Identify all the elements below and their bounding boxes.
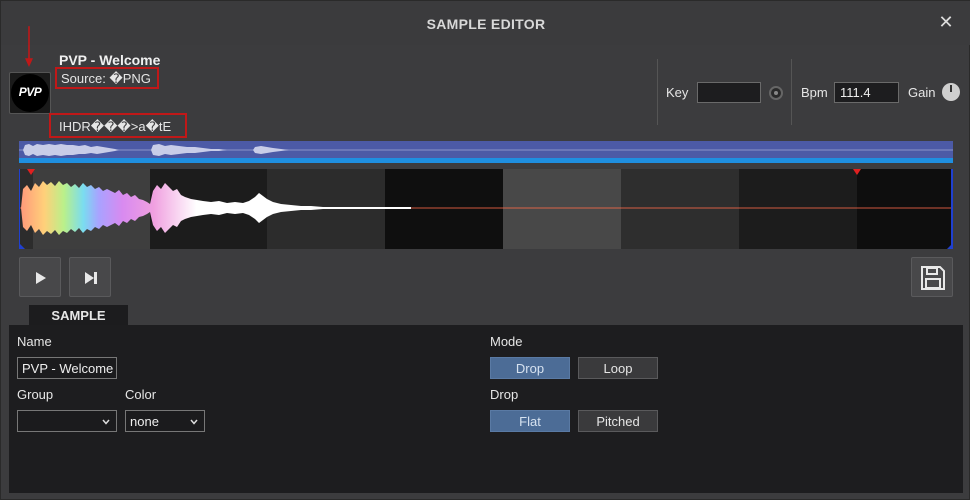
chevron-down-icon bbox=[190, 419, 198, 425]
tab-sample[interactable]: SAMPLE bbox=[29, 305, 128, 326]
waveform-graphic bbox=[19, 169, 953, 249]
drop-flat-button[interactable]: Flat bbox=[490, 410, 570, 432]
key-label: Key bbox=[666, 85, 689, 100]
close-icon[interactable]: ✕ bbox=[937, 13, 955, 31]
mode-drop-button[interactable]: Drop bbox=[490, 357, 570, 379]
overview-waveform-graphic bbox=[19, 144, 953, 156]
name-field[interactable]: PVP - Welcome bbox=[17, 357, 117, 379]
group-select[interactable] bbox=[17, 410, 117, 432]
gain-knob-icon[interactable] bbox=[942, 83, 960, 101]
floppy-disk-icon bbox=[921, 266, 945, 290]
overview-position-bar bbox=[19, 158, 953, 163]
title-bar: SAMPLE EDITOR ✕ bbox=[1, 1, 970, 45]
color-select-value: none bbox=[130, 414, 159, 429]
ihdr-info: IHDR���>a�tE bbox=[49, 113, 187, 138]
bpm-input[interactable]: 111.4 bbox=[834, 82, 899, 103]
drop-pitched-button[interactable]: Pitched bbox=[578, 410, 658, 432]
sample-editor-window: SAMPLE EDITOR ✕ PVP PVP - Welcome Source… bbox=[0, 0, 970, 500]
play-icon bbox=[36, 272, 46, 284]
red-down-arrow-icon bbox=[25, 26, 33, 67]
save-button[interactable] bbox=[911, 257, 953, 297]
skip-to-end-icon bbox=[85, 272, 97, 284]
name-label: Name bbox=[17, 334, 52, 349]
key-input[interactable] bbox=[697, 82, 761, 103]
waveform-display[interactable] bbox=[19, 169, 953, 249]
gain-label: Gain bbox=[908, 85, 936, 100]
logo-text: PVP bbox=[18, 85, 42, 99]
drop-label: Drop bbox=[490, 387, 519, 402]
key-knob-icon[interactable] bbox=[769, 86, 783, 100]
play-button[interactable] bbox=[19, 257, 61, 297]
sample-panel bbox=[9, 325, 963, 493]
group-label: Group bbox=[17, 387, 54, 402]
sample-title: PVP - Welcome bbox=[59, 52, 161, 68]
skip-to-end-button[interactable] bbox=[69, 257, 111, 297]
color-label: Color bbox=[125, 387, 157, 402]
source-info: Source: �PNG bbox=[55, 67, 159, 89]
divider bbox=[791, 59, 792, 125]
window-title: SAMPLE EDITOR bbox=[426, 16, 546, 32]
color-select[interactable]: none bbox=[125, 410, 205, 432]
sample-logo: PVP bbox=[9, 72, 51, 114]
waveform-overview[interactable] bbox=[19, 141, 953, 163]
divider bbox=[657, 59, 658, 125]
chevron-down-icon bbox=[102, 419, 110, 425]
mode-loop-button[interactable]: Loop bbox=[578, 357, 658, 379]
bpm-label: Bpm bbox=[801, 85, 828, 100]
mode-label: Mode bbox=[490, 334, 523, 349]
